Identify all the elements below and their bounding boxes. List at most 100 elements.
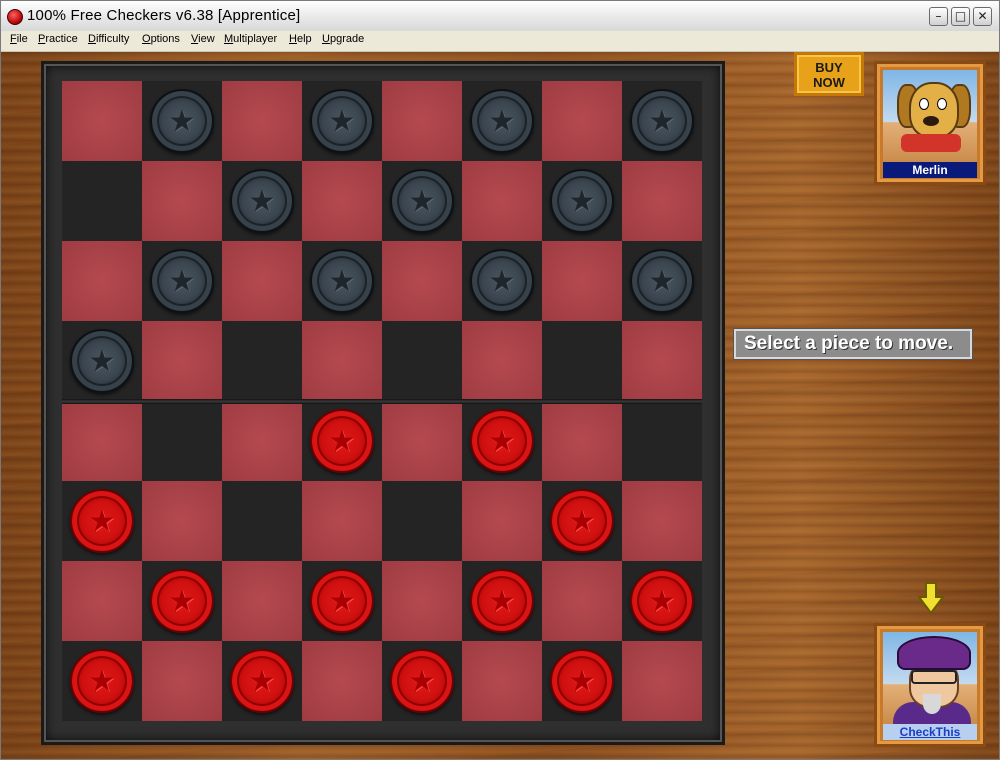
board-square[interactable] <box>382 321 462 401</box>
board-square[interactable] <box>462 321 542 401</box>
board-square[interactable] <box>382 401 462 481</box>
red-checker-piece[interactable]: ★ <box>550 489 614 553</box>
menu-options[interactable]: Options <box>142 33 180 45</box>
board-square[interactable]: ★ <box>302 81 382 161</box>
black-checker-piece[interactable]: ★ <box>630 249 694 313</box>
board-square[interactable] <box>142 481 222 561</box>
red-checker-piece[interactable]: ★ <box>390 649 454 713</box>
board-square[interactable] <box>142 321 222 401</box>
board-square[interactable]: ★ <box>302 401 382 481</box>
board-square[interactable] <box>62 241 142 321</box>
board-square[interactable]: ★ <box>62 481 142 561</box>
board-square[interactable]: ★ <box>542 481 622 561</box>
board-square[interactable] <box>382 481 462 561</box>
checkers-app-icon[interactable] <box>7 9 23 25</box>
board-square[interactable]: ★ <box>542 641 622 721</box>
board-square[interactable] <box>622 161 702 241</box>
board-square[interactable]: ★ <box>62 321 142 401</box>
title-bar[interactable]: 100% Free Checkers v6.38 [Apprentice] – … <box>1 1 999 32</box>
board-square[interactable] <box>222 481 302 561</box>
board-square[interactable] <box>462 481 542 561</box>
board-square[interactable] <box>382 81 462 161</box>
board-square[interactable] <box>462 161 542 241</box>
black-checker-piece[interactable]: ★ <box>70 329 134 393</box>
board-square[interactable] <box>222 321 302 401</box>
player-portrait[interactable]: CheckThis <box>874 623 986 747</box>
menu-multiplayer[interactable]: Multiplayer <box>224 33 277 45</box>
black-checker-piece[interactable]: ★ <box>550 169 614 233</box>
board-square[interactable] <box>462 641 542 721</box>
board-square[interactable]: ★ <box>542 161 622 241</box>
black-checker-piece[interactable]: ★ <box>390 169 454 233</box>
board-square[interactable] <box>142 401 222 481</box>
red-checker-piece[interactable]: ★ <box>630 569 694 633</box>
red-checker-piece[interactable]: ★ <box>470 569 534 633</box>
board-square[interactable] <box>62 561 142 641</box>
black-checker-piece[interactable]: ★ <box>630 89 694 153</box>
board-square[interactable] <box>542 81 622 161</box>
board-square[interactable]: ★ <box>382 161 462 241</box>
black-checker-piece[interactable]: ★ <box>310 249 374 313</box>
board-square[interactable]: ★ <box>462 81 542 161</box>
buy-now-button[interactable]: BUY NOW <box>794 52 864 96</box>
board-square[interactable]: ★ <box>142 561 222 641</box>
board-square[interactable] <box>542 401 622 481</box>
black-checker-piece[interactable]: ★ <box>230 169 294 233</box>
menu-view[interactable]: View <box>191 33 215 45</box>
board-square[interactable] <box>222 241 302 321</box>
menu-practice[interactable]: Practice <box>38 33 78 45</box>
board-square[interactable] <box>382 241 462 321</box>
black-checker-piece[interactable]: ★ <box>310 89 374 153</box>
board-square[interactable]: ★ <box>622 241 702 321</box>
menu-file[interactable]: File <box>10 33 28 45</box>
board-square[interactable]: ★ <box>142 81 222 161</box>
black-checker-piece[interactable]: ★ <box>150 89 214 153</box>
board-square[interactable]: ★ <box>302 241 382 321</box>
board-square[interactable] <box>542 321 622 401</box>
board-square[interactable]: ★ <box>222 161 302 241</box>
board-square[interactable] <box>542 241 622 321</box>
board-square[interactable] <box>222 81 302 161</box>
board-square[interactable] <box>222 561 302 641</box>
red-checker-piece[interactable]: ★ <box>310 409 374 473</box>
minimize-button[interactable]: – <box>929 7 948 26</box>
board-square[interactable]: ★ <box>222 641 302 721</box>
menu-difficulty[interactable]: Difficulty <box>88 33 129 45</box>
board-square[interactable]: ★ <box>302 561 382 641</box>
red-checker-piece[interactable]: ★ <box>230 649 294 713</box>
board-square[interactable] <box>622 321 702 401</box>
board-square[interactable]: ★ <box>382 641 462 721</box>
black-checker-piece[interactable]: ★ <box>150 249 214 313</box>
board-square[interactable] <box>302 161 382 241</box>
menu-help[interactable]: Help <box>289 33 312 45</box>
red-checker-piece[interactable]: ★ <box>310 569 374 633</box>
board-square[interactable]: ★ <box>462 241 542 321</box>
board-square[interactable] <box>222 401 302 481</box>
board-square[interactable]: ★ <box>142 241 222 321</box>
board-square[interactable]: ★ <box>622 561 702 641</box>
opponent-portrait[interactable]: Merlin <box>874 61 986 185</box>
red-checker-piece[interactable]: ★ <box>470 409 534 473</box>
board-square[interactable] <box>622 481 702 561</box>
board-square[interactable] <box>62 161 142 241</box>
board-square[interactable]: ★ <box>62 641 142 721</box>
red-checker-piece[interactable]: ★ <box>70 649 134 713</box>
board-square[interactable]: ★ <box>462 561 542 641</box>
board-square[interactable] <box>302 321 382 401</box>
board-square[interactable] <box>62 81 142 161</box>
menu-upgrade[interactable]: Upgrade <box>322 33 364 45</box>
board-square[interactable] <box>622 641 702 721</box>
board-square[interactable]: ★ <box>462 401 542 481</box>
board-square[interactable] <box>302 641 382 721</box>
board-square[interactable] <box>62 401 142 481</box>
black-checker-piece[interactable]: ★ <box>470 89 534 153</box>
board-square[interactable] <box>542 561 622 641</box>
black-checker-piece[interactable]: ★ <box>470 249 534 313</box>
board-square[interactable] <box>142 161 222 241</box>
board-square[interactable] <box>622 401 702 481</box>
red-checker-piece[interactable]: ★ <box>150 569 214 633</box>
red-checker-piece[interactable]: ★ <box>550 649 614 713</box>
board-square[interactable] <box>302 481 382 561</box>
board-square[interactable] <box>142 641 222 721</box>
maximize-button[interactable]: □ <box>951 7 970 26</box>
